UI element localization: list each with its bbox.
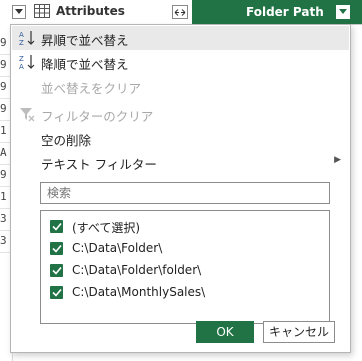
checkmark-icon: [51, 244, 62, 253]
list-item-label: C:\Data\Folder\folder\: [72, 263, 202, 277]
attributes-filter-dropdown-button[interactable]: [12, 5, 26, 19]
sort-descending-icon: Z A: [19, 55, 35, 71]
list-item[interactable]: C:\Data\Folder\: [50, 239, 320, 259]
submenu-arrow-icon: ▶: [334, 155, 341, 165]
menu-item-sort-ascending[interactable]: A Z 昇順で並べ替え: [12, 26, 349, 50]
svg-text:Z: Z: [19, 55, 24, 63]
chevron-down-icon: [15, 9, 23, 14]
expand-arrows-icon: [174, 8, 186, 16]
menu-item-text-filters[interactable]: テキスト フィルター ▶: [12, 150, 349, 174]
folder-path-header-label: Folder Path: [246, 5, 324, 19]
ok-button[interactable]: OK: [196, 321, 254, 343]
list-item-label: (すべて選択): [72, 221, 141, 235]
folder-path-filter-dropdown-button[interactable]: [336, 5, 350, 19]
chevron-down-icon: [339, 9, 347, 14]
checkbox-checked[interactable]: [50, 286, 63, 299]
clear-sort-label: 並べ替えをクリア: [41, 81, 142, 96]
menu-item-clear-sort[interactable]: 並べ替えをクリア: [12, 74, 349, 98]
search-input[interactable]: [40, 182, 330, 204]
list-item[interactable]: C:\Data\MonthlySales\: [50, 283, 320, 303]
filter-values-list: (すべて選択) C:\Data\Folder\ C:\Data\Folder\f…: [40, 210, 330, 324]
list-item-label: C:\Data\MonthlySales\: [72, 285, 206, 299]
svg-text:Z: Z: [19, 39, 24, 47]
list-item[interactable]: C:\Data\Folder\folder\: [50, 261, 320, 281]
text-filters-label: テキスト フィルター: [41, 157, 157, 172]
svg-text:A: A: [19, 63, 24, 71]
folder-path-column-header[interactable]: Folder Path: [192, 0, 362, 24]
remove-empty-label: 空の削除: [41, 133, 92, 148]
checkbox-checked[interactable]: [50, 220, 63, 233]
cancel-button[interactable]: キャンセル: [263, 321, 335, 343]
column-filter-menu: A Z 昇順で並べ替え Z A 降順で並べ替え 並べ替えをクリア フィルターのク…: [10, 24, 351, 353]
sort-descending-label: 降順で並べ替え: [41, 57, 129, 72]
menu-item-sort-descending[interactable]: Z A 降順で並べ替え: [12, 50, 349, 74]
column-header-row: Attributes Folder Path: [0, 0, 362, 25]
sort-ascending-label: 昇順で並べ替え: [41, 33, 129, 48]
clear-filter-icon: [20, 108, 35, 122]
menu-item-remove-empty[interactable]: 空の削除: [12, 126, 349, 150]
clear-filter-label: フィルターのクリア: [41, 109, 154, 124]
power-query-window: Attributes Folder Path 9 9 9 9 1 A 9 1 3…: [0, 0, 362, 361]
sort-ascending-icon: A Z: [19, 31, 35, 47]
svg-text:A: A: [19, 31, 24, 39]
menu-item-clear-filter[interactable]: フィルターのクリア: [12, 102, 349, 126]
list-item-label: C:\Data\Folder\: [72, 241, 163, 255]
checkbox-checked[interactable]: [50, 242, 63, 255]
list-item-select-all[interactable]: (すべて選択): [50, 217, 320, 237]
checkbox-checked[interactable]: [50, 264, 63, 277]
expand-column-button[interactable]: [172, 5, 188, 19]
checkmark-icon: [51, 222, 62, 231]
table-type-icon: [34, 4, 50, 18]
checkmark-icon: [51, 288, 62, 297]
attributes-column-header[interactable]: Attributes: [56, 4, 125, 18]
checkmark-icon: [51, 266, 62, 275]
